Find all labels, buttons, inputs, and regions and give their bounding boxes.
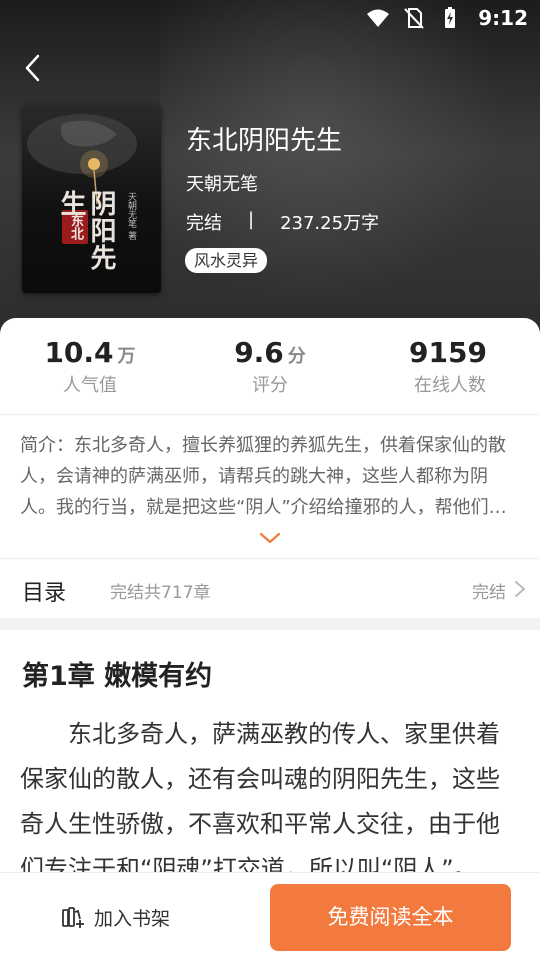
chapter-title: 第1章 嫩模有约 <box>22 661 213 692</box>
expand-intro-button[interactable] <box>258 530 282 546</box>
status-time: 9:12 <box>478 6 528 30</box>
status-icons <box>366 6 462 30</box>
chapter-body: 东北多奇人，萨满巫教的传人、家里供着保家仙的散人，还有会叫魂的阴阳先生，这些奇人… <box>20 720 500 872</box>
bottom-action-bar: 加入书架 免费阅读全本 <box>0 872 540 960</box>
chapter-preview: 第1章 嫩模有约 东北多奇人，萨满巫教的传人、家里供着保家仙的散人，还有会叫魂的… <box>0 630 540 872</box>
section-separator <box>0 618 540 630</box>
battery-charging-icon <box>438 6 462 30</box>
book-header: 9:12 东北 阴阳先生 天朝无笔 著 东北阴阳先生 天朝无笔 完结 | 237… <box>0 0 540 340</box>
cover-title: 阴阳先生 <box>56 190 116 271</box>
stat-popularity: 10.4 万 人气值 <box>0 336 180 397</box>
book-meta: 完结 | 237.25万字 <box>186 209 379 235</box>
status-bar: 9:12 <box>0 0 540 36</box>
toc-chapter-count: 完结共717章 <box>110 583 211 603</box>
stats-row: 10.4 万 人气值 9.6 分 评分 9159 在线人数 <box>0 318 540 414</box>
book-status: 完结 <box>186 213 222 234</box>
chevron-right-icon <box>515 581 525 597</box>
wifi-icon <box>366 6 390 30</box>
cover-author: 天朝无笔 著 <box>126 192 136 240</box>
add-to-shelf-button[interactable]: 加入书架 <box>60 901 170 933</box>
table-of-contents-row[interactable]: 目录 完结共717章 完结 <box>0 559 540 617</box>
stat-value: 9.6 <box>234 336 284 369</box>
chevron-down-icon <box>259 532 281 544</box>
back-button[interactable] <box>16 50 52 86</box>
no-sim-icon <box>402 6 426 30</box>
book-author[interactable]: 天朝无笔 <box>186 170 258 196</box>
bookshelf-add-icon <box>62 907 84 928</box>
add-to-shelf-label: 加入书架 <box>94 907 171 930</box>
book-title: 东北阴阳先生 <box>186 126 343 156</box>
stat-unit: 万 <box>117 346 136 367</box>
back-arrow-icon <box>25 54 40 82</box>
read-free-button[interactable]: 免费阅读全本 <box>270 884 511 951</box>
stat-value: 9159 <box>409 336 487 369</box>
toc-label: 目录 <box>22 581 67 606</box>
stat-online: 9159 在线人数 <box>360 336 540 397</box>
stat-label: 人气值 <box>63 375 117 396</box>
stat-label: 在线人数 <box>414 375 486 396</box>
stat-rating: 9.6 分 评分 <box>180 336 360 397</box>
book-info-card: 10.4 万 人气值 9.6 分 评分 9159 在线人数 简介：东北多奇人，擅长养… <box>0 318 540 618</box>
book-cover: 东北 阴阳先生 天朝无笔 著 <box>22 104 161 293</box>
book-word-count: 237.25万字 <box>280 213 380 234</box>
toc-status: 完结 <box>472 583 506 603</box>
genre-tag[interactable]: 风水灵异 <box>185 248 268 273</box>
book-intro[interactable]: 简介：东北多奇人，擅长养狐狸的养狐先生，供着保家仙的散人，会请神的萨满巫师，请帮… <box>20 430 516 523</box>
meta-separator: | <box>248 209 255 230</box>
divider <box>0 414 540 415</box>
stat-label: 评分 <box>252 375 288 396</box>
stat-value: 10.4 <box>44 336 114 369</box>
stat-unit: 分 <box>287 346 306 367</box>
